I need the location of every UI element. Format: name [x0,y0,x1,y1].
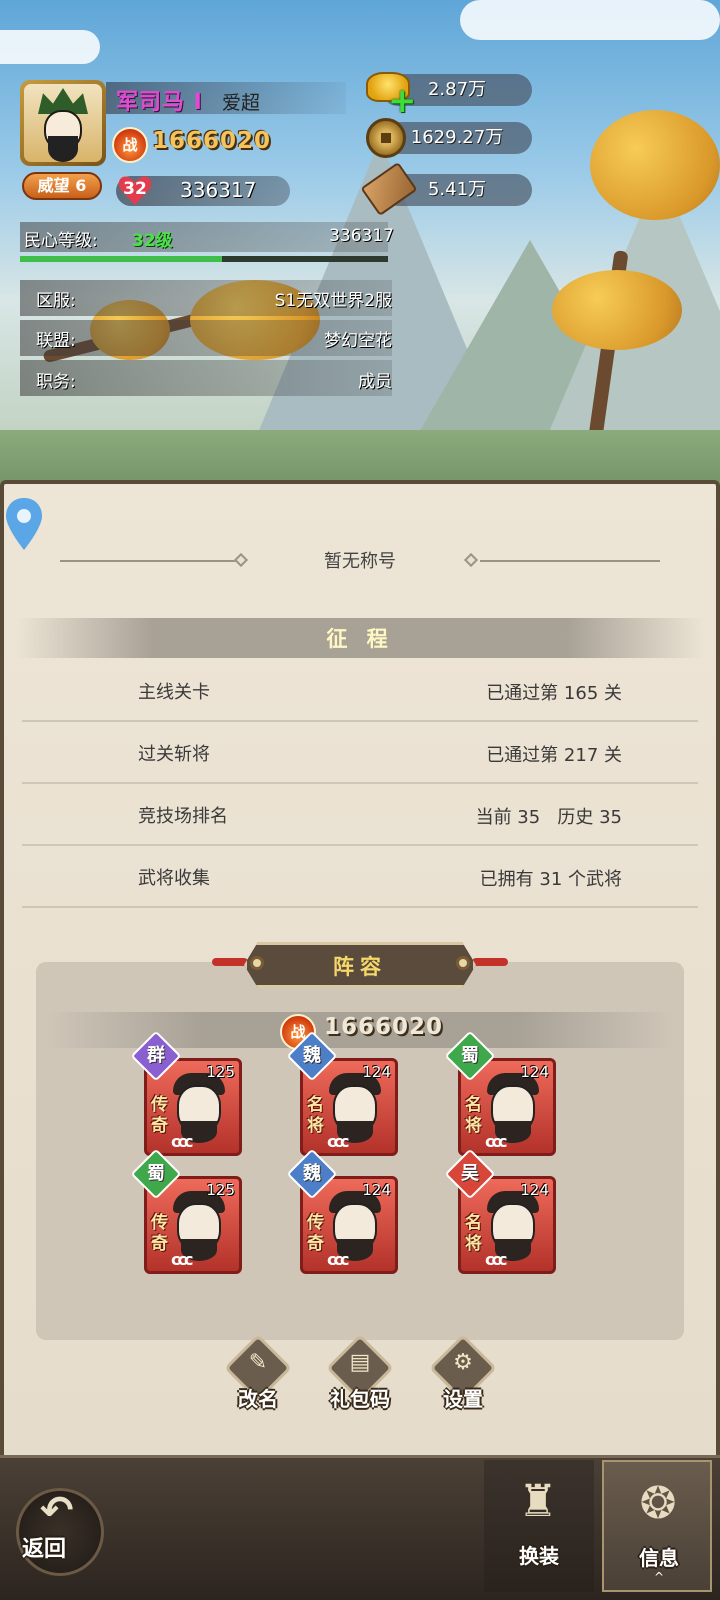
player-rank: 军司马 Ⅰ [116,90,203,115]
journey-value: 当前 35 历史 35 [475,807,622,828]
hero-rarity: 名将 [465,1095,482,1136]
hero-faction: 魏 [303,1045,321,1066]
lineup-ribbon-right [472,958,508,966]
hero-faction: 蜀 [147,1163,165,1184]
journey-value: 已拥有 31 个武将 [479,869,622,890]
journey-row-collection: 武将收集 已拥有 31 个武将 [22,846,698,908]
tab-costume[interactable]: ♜ 换装 [484,1460,594,1592]
title-divider-right [480,560,660,562]
heart-level: 32 [123,179,147,199]
add-gold-icon[interactable]: + [388,84,417,118]
back-arrow-icon: ↶ [40,1488,74,1534]
hero-level: 124 [362,1063,391,1081]
journey-heading: 征 程 [326,627,394,651]
loyalty-label: 民心等级: [24,231,98,251]
hero-star-waves: ccc [485,1132,508,1151]
battle-power-icon: 战 [112,127,148,163]
pencil-icon: ✎ [248,1350,268,1375]
wrench-icon: ⚙ [453,1350,473,1375]
hero-faction: 魏 [303,1163,321,1184]
journey-label: 武将收集 [138,868,210,889]
hero-star-waves: ccc [327,1132,350,1151]
heart-value: 336317 [180,178,257,202]
hero-star-waves: ccc [171,1250,194,1269]
hero-star-waves: ccc [171,1132,194,1151]
location-pin-icon[interactable] [4,496,44,552]
hero-level: 125 [206,1181,235,1199]
prestige-badge[interactable]: 威望 6 [22,172,102,200]
hero-star-waves: ccc [327,1250,350,1269]
journey-row-main-stage: 主线关卡 已通过第 165 关 [22,660,698,722]
hero-rarity: 名将 [307,1095,324,1136]
hero-faction: 蜀 [461,1045,479,1066]
gift-code-icon: ▤ [349,1350,371,1375]
journey-value: 已通过第 165 关 [486,683,622,704]
hero-rarity: 传奇 [151,1213,168,1254]
position-label: 职务: [36,372,76,392]
copper-coin-icon [366,118,406,158]
lineup-power: 1666020 [324,1014,444,1040]
robe-icon: ♜ [518,1476,558,1527]
dragon-icon: ❂ [639,1478,677,1529]
journey-label: 主线关卡 [138,682,210,703]
tab-costume-label: 换装 [519,1544,559,1568]
loyalty-level: 32级 [132,231,173,251]
journey-label: 竞技场排名 [138,806,228,827]
server-value: S1无双世界2服 [274,291,392,311]
hero-faction: 吴 [461,1163,479,1184]
journey-row-trials: 过关斩将 已通过第 217 关 [22,722,698,784]
hero-rarity: 传奇 [151,1095,168,1136]
hero-star-waves: ccc [485,1250,508,1269]
hero-level: 125 [206,1063,235,1081]
journey-row-arena: 竞技场排名 当前 35 历史 35 [22,784,698,846]
lineup-ribbon-left [212,958,248,966]
player-name: 爱超 [222,92,261,114]
alliance-value: 梦幻空花 [324,331,392,351]
hero-level: 124 [520,1063,549,1081]
rename-label: 改名 [238,1387,278,1411]
active-tab-caret: ^ [653,1570,665,1584]
settings-label: 设置 [443,1387,483,1411]
hero-faction: 群 [147,1045,165,1066]
position-value: 成员 [358,372,392,392]
back-label: 返回 [22,1537,67,1562]
journey-label: 过关斩将 [138,744,210,765]
lineup-heading: 阵容 [333,955,387,979]
loyalty-value: 336317 [329,226,394,246]
journey-value: 已通过第 217 关 [486,745,622,766]
hero-level: 124 [520,1181,549,1199]
server-label: 区服: [36,291,76,311]
player-avatar[interactable] [20,80,106,166]
loyalty-progress-bar [20,256,388,262]
alliance-label: 联盟: [36,331,76,351]
player-battle-power: 1666020 [152,128,272,154]
tab-info[interactable]: ❂ 信息 ^ [602,1460,712,1592]
hero-rarity: 名将 [465,1213,482,1254]
hero-rarity: 传奇 [307,1213,324,1254]
gift-code-label: 礼包码 [330,1387,390,1411]
tab-info-label: 信息 [639,1546,679,1570]
hero-level: 124 [362,1181,391,1199]
